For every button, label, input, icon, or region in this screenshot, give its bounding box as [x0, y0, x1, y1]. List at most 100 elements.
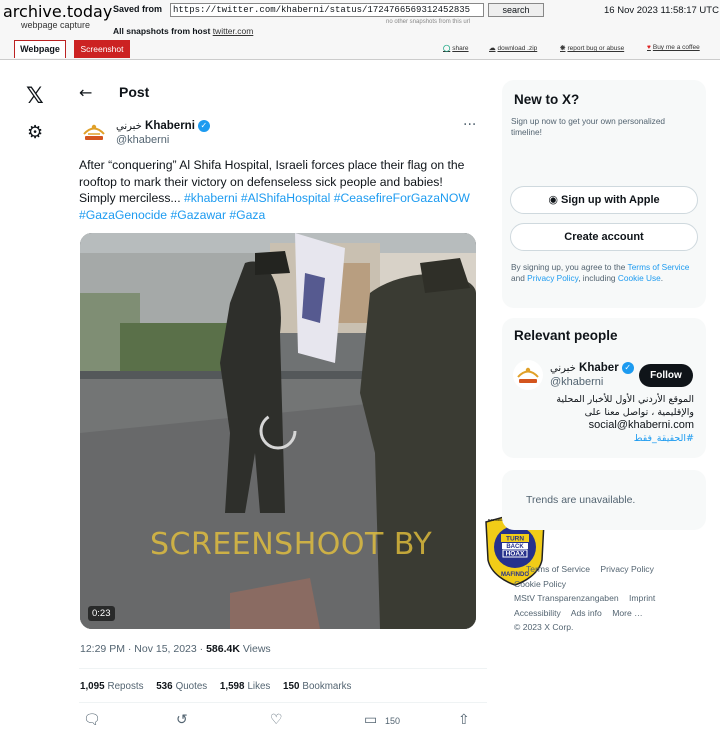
- tab-screenshot[interactable]: Screenshot: [74, 40, 130, 58]
- page-title: Post: [119, 84, 150, 100]
- reposts-label: Reposts: [107, 681, 144, 692]
- likes-stat[interactable]: 1,598 Likes: [220, 681, 270, 692]
- tab-webpage[interactable]: Webpage: [14, 40, 66, 58]
- signup-apple-button[interactable]: ◉ Sign up with Apple: [510, 186, 698, 214]
- views-label: Views: [242, 643, 271, 655]
- heart-icon: ♥: [647, 44, 651, 51]
- verified-badge-icon: ✓: [621, 362, 634, 374]
- search-button[interactable]: search: [488, 3, 544, 17]
- url-input[interactable]: https://twitter.com/khaberni/status/1724…: [170, 3, 484, 17]
- watermark-text: SCREENSHOOT BY: [150, 527, 433, 562]
- quotes-count: 536: [156, 681, 173, 692]
- likes-label: Likes: [247, 681, 271, 692]
- divider: [79, 702, 487, 703]
- host-link[interactable]: twitter.com: [213, 26, 254, 36]
- quotes-stat[interactable]: 536 Quotes: [156, 681, 207, 692]
- loading-spinner-icon: [259, 412, 297, 450]
- x-logo-icon[interactable]: 𝕏: [26, 84, 44, 109]
- footer-ads-link[interactable]: Ads info: [571, 608, 602, 618]
- new-to-x-title: New to X?: [514, 92, 580, 107]
- footer-cookie-link[interactable]: Cookie Policy: [514, 579, 566, 589]
- no-other-snapshots-text: no other snapshots from this url: [386, 19, 471, 25]
- archive-subtitle: webpage capture: [21, 20, 91, 30]
- bookmarks-stat[interactable]: 150 Bookmarks: [283, 681, 351, 692]
- repost-icon[interactable]: ↺: [176, 712, 188, 728]
- author-name[interactable]: خبرني Khaberni ✓: [116, 120, 210, 132]
- reply-icon[interactable]: 🗨: [83, 712, 101, 728]
- badge-line2: BACK: [506, 544, 524, 550]
- relevant-person-name[interactable]: خبرني Khaber ✓: [550, 362, 634, 374]
- signup-apple-label: Sign up with Apple: [561, 194, 660, 206]
- apple-icon: ◉: [548, 193, 558, 206]
- avatar[interactable]: [79, 117, 109, 147]
- reposts-stat[interactable]: 1,095 Reposts: [80, 681, 143, 692]
- relevant-name-latin: Khaber: [579, 362, 619, 375]
- author-handle[interactable]: @khaberni: [116, 134, 169, 146]
- gear-icon[interactable]: ⚙: [27, 122, 43, 143]
- report-label: report bug or abuse: [567, 45, 625, 52]
- bookmarks-count: 150: [283, 681, 300, 692]
- relevant-people-title: Relevant people: [514, 328, 618, 343]
- author-name-latin: Khaberni: [145, 120, 195, 133]
- video-player[interactable]: [80, 233, 476, 629]
- share-link[interactable]: ◯ share: [443, 44, 469, 52]
- create-account-button[interactable]: Create account: [510, 223, 698, 251]
- download-link[interactable]: ☁ download .zip: [489, 44, 537, 52]
- bio-line: الموقع الأردني الأول للأخبار المحلية: [556, 394, 694, 405]
- all-snapshots-line: All snapshots from host twitter.com: [113, 26, 253, 36]
- engagement-stats: 1,095 Reposts 536 Quotes 1,598 Likes 150 Boo…: [80, 681, 361, 692]
- reposts-count: 1,095: [80, 681, 105, 692]
- terms-and: and: [511, 273, 525, 283]
- cookie-link[interactable]: Cookie Use: [618, 273, 661, 283]
- verified-badge-icon: ✓: [197, 120, 210, 132]
- saved-from-label: Saved from: [113, 4, 163, 14]
- badge-line3: HOAX: [506, 551, 525, 558]
- terms-text: By signing up, you agree to the Terms of…: [511, 262, 701, 284]
- footer-mstv-link[interactable]: MStV Transparenzangaben: [514, 593, 619, 603]
- coffee-label: Buy me a coffee: [652, 44, 700, 51]
- sidebar-footer: Terms of Service Privacy Policy Cookie P…: [514, 562, 714, 635]
- coffee-link[interactable]: ♥ Buy me a coffee: [647, 44, 700, 51]
- from-host-label: from host: [171, 26, 211, 36]
- bookmark-icon[interactable]: ▭: [364, 712, 377, 728]
- archive-logo[interactable]: archive.today: [3, 2, 112, 21]
- relevant-person-bio: الموقع الأردني الأول للأخبار المحلية وال…: [514, 393, 694, 445]
- share-icon[interactable]: ⇧: [458, 712, 470, 728]
- views-count: 586.4K: [206, 643, 240, 655]
- footer-more-link[interactable]: More …: [612, 608, 643, 618]
- all-snapshots-label: All snapshots: [113, 26, 169, 36]
- relevant-person-handle[interactable]: @khaberni: [550, 376, 603, 388]
- back-arrow-icon[interactable]: ←: [79, 83, 92, 102]
- footer-accessibility-link[interactable]: Accessibility: [514, 608, 561, 618]
- archive-links: ◯ share ☁ download .zip ❋ report bug or abu…: [443, 44, 718, 56]
- archive-header: archive.today webpage capture Saved from…: [0, 0, 720, 60]
- relevant-name-arabic: خبرني: [550, 363, 576, 375]
- follow-button[interactable]: Follow: [639, 364, 693, 387]
- footer-terms-link[interactable]: Terms of Service: [526, 564, 590, 574]
- privacy-link[interactable]: Privacy Policy: [527, 273, 578, 283]
- relevant-avatar[interactable]: [513, 360, 543, 390]
- video-duration: 0:23: [88, 606, 115, 621]
- cloud-icon: ☁: [489, 45, 496, 52]
- report-link[interactable]: ❋ report bug or abuse: [560, 44, 624, 52]
- terms-including: , including: [578, 273, 616, 283]
- terms-link[interactable]: Terms of Service: [628, 262, 690, 272]
- footer-imprint-link[interactable]: Imprint: [629, 593, 655, 603]
- footer-copyright: © 2023 X Corp.: [514, 622, 574, 632]
- terms-period: .: [660, 273, 664, 283]
- likes-count: 1,598: [219, 681, 245, 692]
- bookmarks-label: Bookmarks: [302, 681, 352, 692]
- divider: [79, 668, 487, 669]
- bug-icon: ❋: [560, 45, 566, 52]
- bio-hashtag[interactable]: #الحقيقة_فقط: [514, 432, 694, 445]
- trends-unavailable: Trends are unavailable.: [526, 494, 636, 506]
- post-time[interactable]: 12:29 PM · Nov 15, 2023 ·: [80, 643, 203, 655]
- author-name-arabic: خبرني: [116, 121, 142, 133]
- terms-prefix: By signing up, you agree to the: [511, 262, 626, 272]
- share-icon: ◯: [443, 45, 451, 52]
- footer-privacy-link[interactable]: Privacy Policy: [600, 564, 653, 574]
- like-icon[interactable]: ♡: [270, 712, 283, 728]
- more-options-icon[interactable]: ···: [463, 117, 476, 133]
- bio-line: والإقليمية ، تواصل معنا على: [584, 407, 694, 418]
- post-timestamp: 12:29 PM · Nov 15, 2023 · 586.4K Views: [80, 643, 271, 655]
